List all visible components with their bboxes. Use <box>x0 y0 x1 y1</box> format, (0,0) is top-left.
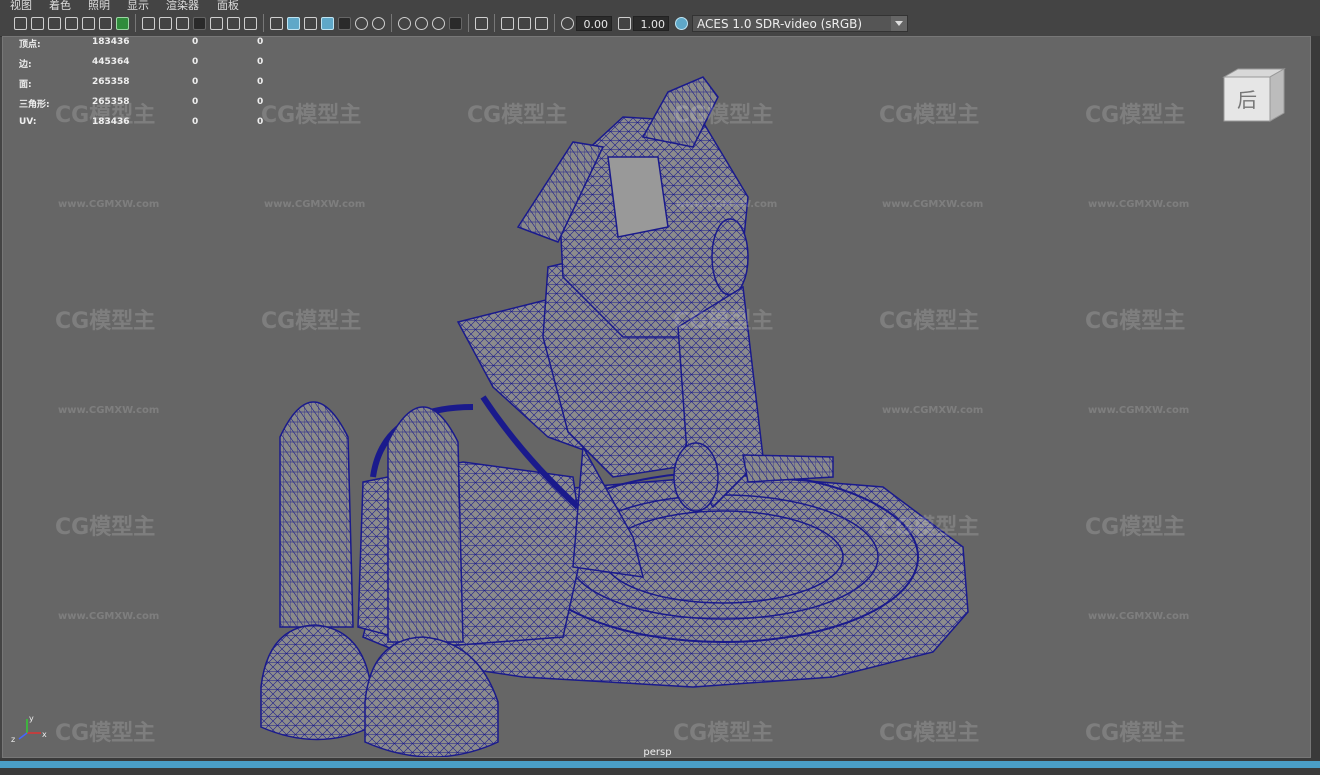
wireframe-on-shaded-icon[interactable] <box>321 16 334 30</box>
field-chart-icon[interactable] <box>210 16 223 30</box>
watermark-logo: CG模型主 <box>1085 515 1186 540</box>
screen-space-ao-icon[interactable] <box>398 16 411 30</box>
watermark-logo: CG模型主 <box>879 309 980 334</box>
grease-pencil-icon[interactable] <box>116 16 129 30</box>
watermark-url: www.CGMXW.com <box>882 405 984 416</box>
viewcube-face-label: 后 <box>1237 88 1257 112</box>
textured-icon[interactable] <box>338 16 351 30</box>
depth-of-field-icon[interactable] <box>449 16 462 30</box>
3d-viewport[interactable]: 顶点: 183436 0 0 边: 445364 0 0 面: 265358 0… <box>2 36 1311 758</box>
xray-joints-icon[interactable] <box>518 16 531 30</box>
watermark-logo: CG模型主 <box>55 103 156 128</box>
toolbar-separator <box>554 14 555 32</box>
watermark-logo: CG模型主 <box>55 515 156 540</box>
film-gate-icon[interactable] <box>159 16 172 30</box>
watermark-url: www.CGMXW.com <box>58 199 160 210</box>
watermark-logo: CG模型主 <box>673 309 774 334</box>
watermark-logo: CG模型主 <box>261 309 362 334</box>
use-all-lights-icon[interactable] <box>355 16 368 30</box>
safe-title-icon[interactable] <box>244 16 257 30</box>
watermark-url: www.CGMXW.com <box>676 199 778 210</box>
watermark-url: www.CGMXW.com <box>1088 405 1190 416</box>
menu-shading[interactable]: 着色 <box>49 0 71 10</box>
watermark-url: www.CGMXW.com <box>58 611 160 622</box>
smooth-shade-icon[interactable] <box>287 16 300 30</box>
isolate-select-icon[interactable] <box>475 16 488 30</box>
toolbar-separator <box>135 14 136 32</box>
watermark-logo: CG模型主 <box>1085 721 1186 746</box>
toolbar-separator <box>263 14 264 32</box>
gamma-icon[interactable] <box>618 16 631 30</box>
watermark-logo: CG模型主 <box>261 103 362 128</box>
image-plane-icon[interactable] <box>82 16 95 30</box>
color-management-toggle-icon[interactable] <box>675 16 688 30</box>
menu-lighting[interactable]: 照明 <box>88 0 110 10</box>
grid-icon[interactable] <box>142 16 155 30</box>
right-scrollbar[interactable] <box>1311 36 1320 758</box>
2d-pan-zoom-icon[interactable] <box>99 16 112 30</box>
watermark-url: www.CGMXW.com <box>1088 611 1190 622</box>
panel-focus-indicator <box>0 761 1320 768</box>
menu-show[interactable]: 显示 <box>127 0 149 10</box>
xray-components-icon[interactable] <box>535 16 548 30</box>
watermark-logo: CG模型主 <box>673 721 774 746</box>
xray-icon[interactable] <box>501 16 514 30</box>
watermark-logo: CG模型主 <box>55 309 156 334</box>
watermark-logo: CG模型主 <box>467 103 568 128</box>
menu-bar: 视图 着色 照明 显示 渲染器 面板 <box>0 0 1320 10</box>
default-material-icon[interactable] <box>304 16 317 30</box>
viewport-toolbar: 0.00 1.00 ACES 1.0 SDR-video (sRGB) <box>0 10 1320 37</box>
camera-attributes-icon[interactable] <box>48 16 61 30</box>
color-management-select[interactable]: ACES 1.0 SDR-video (sRGB) <box>692 14 908 32</box>
motion-blur-icon[interactable] <box>415 16 428 30</box>
multisample-aa-icon[interactable] <box>432 16 445 30</box>
watermark-url: www.CGMXW.com <box>58 405 160 416</box>
watermark-logo: CG模型主 <box>673 103 774 128</box>
watermark-url: www.CGMXW.com <box>1088 199 1190 210</box>
resolution-gate-icon[interactable] <box>176 16 189 30</box>
watermark-url: www.CGMXW.com <box>882 199 984 210</box>
toolbar-separator <box>494 14 495 32</box>
toolbar-separator <box>468 14 469 32</box>
watermark-logo: CG模型主 <box>879 515 980 540</box>
safe-action-icon[interactable] <box>227 16 240 30</box>
color-management-value: ACES 1.0 SDR-video (sRGB) <box>697 16 863 31</box>
view-cube[interactable]: 后 <box>1222 67 1286 123</box>
select-camera-icon[interactable] <box>14 16 27 30</box>
lock-camera-icon[interactable] <box>31 16 44 30</box>
capsule-left <box>260 401 372 741</box>
watermark-logo: CG模型主 <box>879 721 980 746</box>
axis-x-label: x <box>42 730 47 739</box>
watermark-logo: CG模型主 <box>55 721 156 746</box>
axis-z-label: z <box>11 735 15 743</box>
wireframe-icon[interactable] <box>270 16 283 30</box>
shadows-icon[interactable] <box>372 16 385 30</box>
menu-view[interactable]: 视图 <box>10 0 32 10</box>
watermark-logo: CG模型主 <box>1085 309 1186 334</box>
menu-renderer[interactable]: 渲染器 <box>166 0 199 10</box>
menu-panels[interactable]: 面板 <box>217 0 239 10</box>
toolbar-separator <box>391 14 392 32</box>
bookmarks-icon[interactable] <box>65 16 78 30</box>
watermark-logo: CG模型主 <box>879 103 980 128</box>
axis-gizmo: x y z <box>11 714 47 743</box>
gamma-field[interactable]: 1.00 <box>633 15 669 31</box>
watermark-url: www.CGMXW.com <box>264 199 366 210</box>
exposure-field[interactable]: 0.00 <box>576 15 612 31</box>
camera-label: persp <box>643 747 672 758</box>
axis-y-label: y <box>29 714 34 723</box>
watermark-logo: CG模型主 <box>1085 103 1186 128</box>
chevron-down-icon[interactable] <box>891 15 907 31</box>
gate-mask-icon[interactable] <box>193 16 206 30</box>
exposure-icon[interactable] <box>561 16 574 30</box>
wireframe-model[interactable] <box>3 37 1311 758</box>
